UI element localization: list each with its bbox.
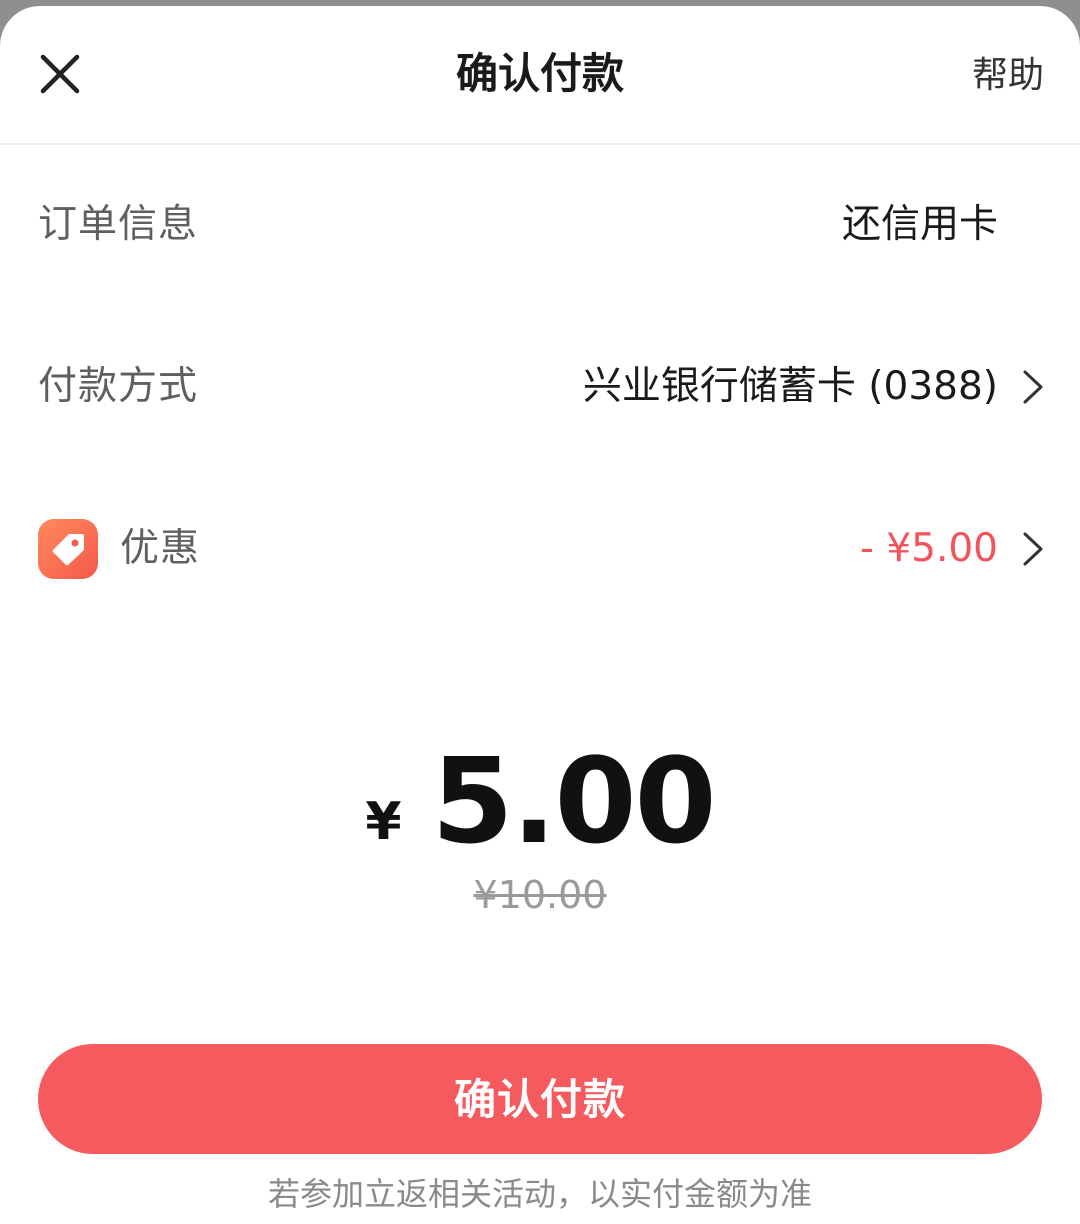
chevron-right-icon (1023, 532, 1043, 566)
discount-value: - ¥5.00 (859, 526, 998, 571)
discount-row[interactable]: 优惠 - ¥5.00 (0, 494, 1080, 604)
payment-method-value: 兴业银行储蓄卡 (0388) (582, 364, 998, 409)
footer-note: 若参加立返相关活动，以实付金额为准 (267, 1175, 812, 1213)
discount-label: 优惠 (120, 526, 201, 571)
price-tag-icon (38, 519, 98, 579)
payment-amount: ¥ 5.00 (0, 732, 1080, 870)
payment-method-label: 付款方式 (38, 364, 199, 409)
order-info-value: 还信用卡 (841, 202, 998, 247)
close-button[interactable] (30, 44, 90, 104)
order-info-label: 订单信息 (38, 202, 199, 247)
payment-method-row[interactable]: 付款方式 兴业银行储蓄卡 (0388) (0, 332, 1080, 442)
chevron-right-icon (1023, 370, 1043, 404)
original-price: ¥10.00 (473, 873, 607, 917)
confirm-payment-button[interactable]: 确认付款 (38, 1044, 1042, 1154)
help-link[interactable]: 帮助 (972, 48, 1044, 104)
payment-sheet: 确认付款 帮助 订单信息 还信用卡 付款方式 兴业银行储蓄卡 (0388) 优惠… (0, 6, 1080, 1224)
close-icon (40, 54, 80, 94)
header: 确认付款 帮助 (0, 6, 1080, 145)
amount-value: 5.00 (431, 732, 717, 870)
currency-symbol: ¥ (365, 792, 402, 852)
order-info-row: 订单信息 还信用卡 (0, 170, 1080, 280)
page-title: 确认付款 (455, 49, 624, 98)
